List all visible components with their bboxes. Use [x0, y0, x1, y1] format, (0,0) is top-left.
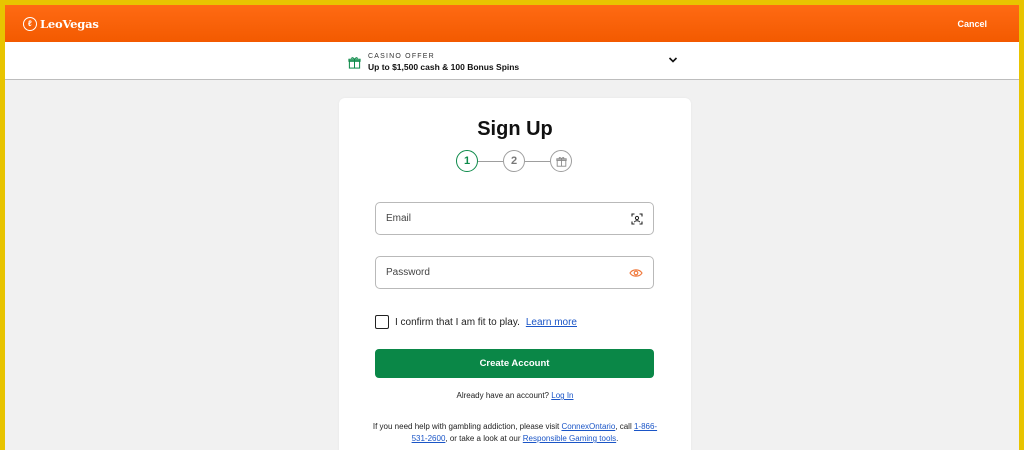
top-header: ℓ LeoVegas Cancel [5, 5, 1019, 42]
create-account-button[interactable]: Create Account [375, 349, 654, 378]
learn-more-link[interactable]: Learn more [526, 317, 577, 328]
email-field[interactable] [375, 202, 654, 235]
fit-to-play-row: I confirm that I am fit to play. Learn m… [375, 315, 577, 329]
step-3 [550, 150, 572, 172]
brand-name: LeoVegas [40, 16, 99, 31]
signup-stepper: 1 2 [456, 150, 572, 172]
help-text-part: If you need help with gambling addiction… [372, 422, 560, 431]
eye-icon[interactable] [629, 268, 643, 278]
cancel-button[interactable]: Cancel [957, 19, 987, 29]
fit-to-play-checkbox[interactable] [375, 315, 389, 329]
offer-text: CASINO OFFER Up to $1,500 cash & 100 Bon… [368, 51, 519, 73]
scan-contact-icon[interactable] [631, 212, 643, 225]
gift-icon [555, 156, 567, 167]
gambling-help-text: If you need help with gambling addiction… [369, 421, 661, 445]
email-input[interactable] [386, 213, 606, 224]
step-2: 2 [503, 150, 525, 172]
password-field[interactable] [375, 256, 654, 289]
chevron-down-icon[interactable] [668, 56, 678, 64]
responsible-gaming-link[interactable]: Responsible Gaming tools [523, 434, 616, 443]
signup-card: Sign Up 1 2 Email I confirm that I am fi… [339, 98, 691, 450]
offer-title: Up to $1,500 cash & 100 Bonus Spins [368, 62, 520, 72]
help-text-part: , call [615, 422, 632, 431]
password-input[interactable] [386, 267, 606, 278]
offer-content: CASINO OFFER Up to $1,500 cash & 100 Bon… [348, 51, 519, 73]
step-connector [478, 160, 503, 162]
have-account-text: Already have an account? [456, 391, 550, 400]
lion-icon: ℓ [23, 16, 37, 31]
brand-logo[interactable]: ℓ LeoVegas [23, 16, 99, 31]
gift-icon [348, 56, 361, 69]
page-title: Sign Up [477, 118, 553, 140]
offer-label: CASINO OFFER [368, 53, 435, 60]
step-1: 1 [456, 150, 478, 172]
help-text-part: . [616, 434, 619, 443]
connexontario-link[interactable]: ConnexOntario [561, 422, 615, 431]
fit-to-play-label: I confirm that I am fit to play. [395, 316, 520, 328]
app-frame: ℓ LeoVegas Cancel CASINO OFFER Up to $1,… [5, 5, 1019, 450]
casino-offer-bar[interactable]: CASINO OFFER Up to $1,500 cash & 100 Bon… [5, 42, 1019, 80]
login-link[interactable]: Log In [551, 391, 573, 400]
help-text-part: , or take a look at our [445, 434, 521, 443]
step-connector [525, 160, 550, 162]
login-prompt: Already have an account? Log In [339, 391, 691, 400]
